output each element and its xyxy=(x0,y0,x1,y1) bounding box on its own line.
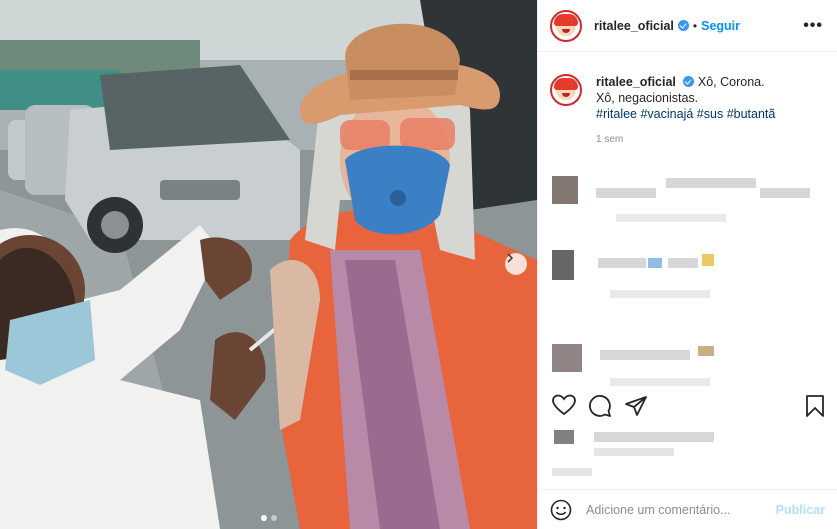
heart-icon[interactable] xyxy=(552,394,576,416)
post-time: 1 sem xyxy=(596,134,624,145)
avatar[interactable] xyxy=(550,9,582,42)
pixelated-block xyxy=(648,258,662,268)
pixelated-block xyxy=(594,448,674,456)
hashtags: #ritalee #vacinajá #sus #butantã xyxy=(596,106,775,122)
pixelated-block xyxy=(552,468,592,476)
carousel-dot-1[interactable] xyxy=(260,515,267,521)
caption-line-2: Xô, negacionistas. xyxy=(596,91,699,105)
carousel-dot-2[interactable] xyxy=(270,515,277,521)
caption-username[interactable]: ritalee_oficial xyxy=(596,75,676,89)
verified-icon xyxy=(683,76,695,87)
pixelated-block xyxy=(616,214,726,222)
header-separator: • xyxy=(692,18,698,33)
pixelated-block xyxy=(702,254,714,266)
hashtag-link[interactable]: #vacinajá xyxy=(640,107,693,121)
carousel-next-button[interactable] xyxy=(505,253,527,275)
instagram-post: ritalee_oficial • Seguir ••• ritalee_ofi… xyxy=(0,0,837,529)
hashtag-link[interactable]: #butantã xyxy=(727,107,776,121)
hashtag-link[interactable]: #sus xyxy=(697,107,723,121)
pixelated-block xyxy=(666,178,756,188)
post-header: ritalee_oficial • Seguir ••• xyxy=(538,0,837,52)
pixelated-block xyxy=(554,430,574,444)
follow-button[interactable]: Seguir xyxy=(701,19,740,33)
caption-text: ritalee_oficial Xô, Corona. Xô, negacion… xyxy=(596,74,775,148)
comment-input[interactable] xyxy=(586,502,776,517)
avatar-hair xyxy=(554,78,578,90)
pixelated-block xyxy=(594,432,714,442)
caption-line-1: Xô, Corona. xyxy=(697,75,765,89)
comment-icon[interactable] xyxy=(588,394,612,418)
emoji-icon[interactable] xyxy=(550,499,572,521)
chevron-right-icon xyxy=(507,253,514,263)
caption-avatar[interactable] xyxy=(550,74,582,106)
post-actions xyxy=(538,394,837,420)
pixelated-block xyxy=(610,290,710,298)
pixelated-block xyxy=(596,188,656,198)
share-icon[interactable] xyxy=(624,394,648,418)
post-side-panel: ritalee_oficial • Seguir ••• ritalee_ofi… xyxy=(537,0,837,529)
pixelated-block xyxy=(668,258,698,268)
pixelated-block xyxy=(698,346,714,356)
avatar-hair xyxy=(554,13,578,26)
pixelated-block xyxy=(598,258,646,268)
pixelated-block xyxy=(600,350,690,360)
post-photo[interactable] xyxy=(0,0,537,529)
pixelated-block xyxy=(552,176,578,204)
hashtag-link[interactable]: #ritalee xyxy=(596,107,637,121)
photo-illustration xyxy=(0,0,537,529)
pixelated-block xyxy=(760,188,810,198)
header-username[interactable]: ritalee_oficial xyxy=(594,19,674,33)
more-options-icon[interactable]: ••• xyxy=(803,17,823,35)
carousel-dots xyxy=(0,515,537,521)
bookmark-icon[interactable] xyxy=(804,394,826,418)
pixelated-block xyxy=(552,344,582,372)
verified-icon xyxy=(677,20,689,31)
pixelated-block xyxy=(552,250,574,280)
pixelated-block xyxy=(610,378,710,386)
post-caption: ritalee_oficial Xô, Corona. Xô, negacion… xyxy=(550,74,827,148)
publish-button[interactable]: Publicar xyxy=(776,503,825,517)
comment-bar: Publicar xyxy=(538,489,837,529)
